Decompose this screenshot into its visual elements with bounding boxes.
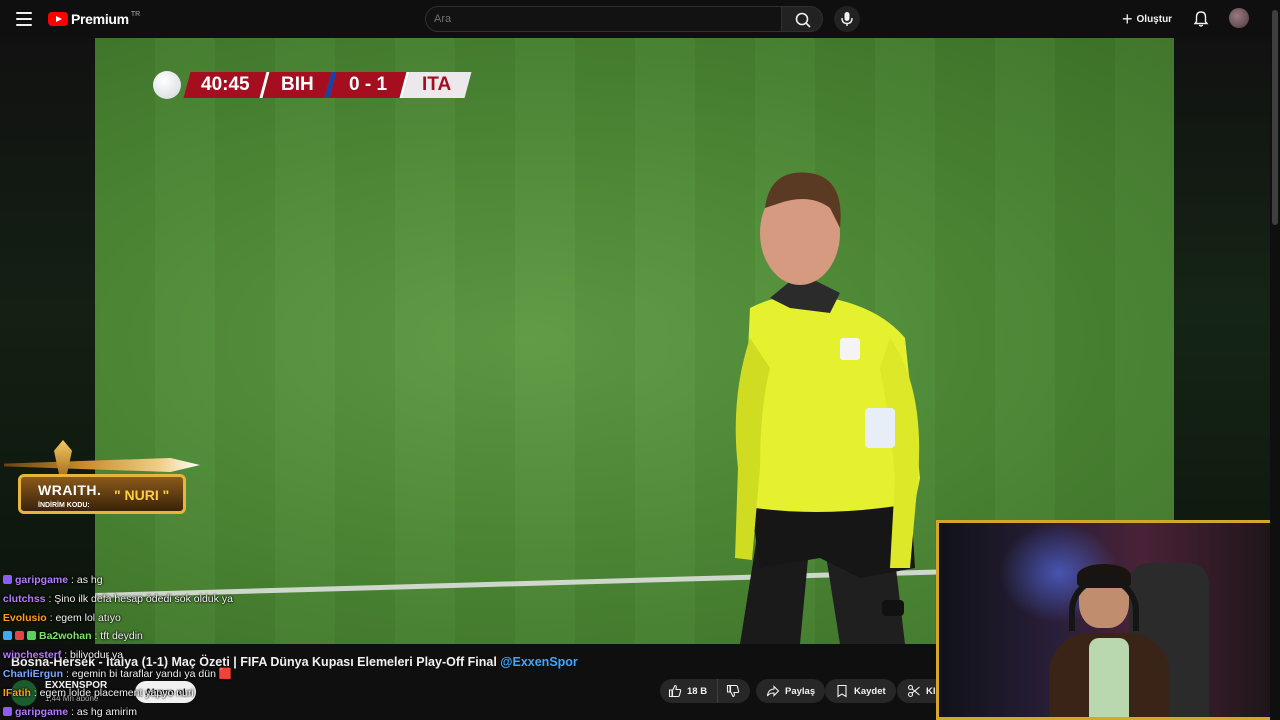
- avatar[interactable]: [1229, 8, 1249, 28]
- bell-icon: [1193, 11, 1209, 27]
- clip-label: Klip: [926, 685, 936, 697]
- like-button[interactable]: 18 B: [660, 679, 719, 703]
- save-label: Kaydet: [854, 685, 886, 697]
- like-count: 18 B: [687, 685, 708, 697]
- scoreboard: 40:45 BIH 0 - 1 ITA: [153, 71, 472, 99]
- match-clock: 40:45: [183, 72, 267, 98]
- save-button[interactable]: Kaydet: [825, 679, 896, 703]
- streamer-webcam: [936, 520, 1280, 720]
- create-button[interactable]: + Oluştur: [1114, 7, 1182, 31]
- search-icon: [795, 12, 811, 28]
- dislike-icon: [727, 684, 740, 698]
- youtube-logo[interactable]: Premium TR: [48, 9, 140, 29]
- discount-code-label: İNDİRİM KODU:: [38, 502, 90, 509]
- share-icon: [766, 685, 780, 697]
- referee-figure: [735, 172, 920, 644]
- logo-region: TR: [130, 10, 141, 18]
- like-icon: [668, 684, 682, 698]
- scrollbar-thumb[interactable]: [1272, 10, 1278, 225]
- score: 0 - 1: [329, 72, 407, 98]
- voice-search-button[interactable]: [834, 6, 860, 32]
- channel-mention[interactable]: @ExxenSpor: [500, 655, 578, 669]
- share-label: Paylaş: [785, 685, 816, 697]
- sponsor-overlay: WRAITH. İNDİRİM KODU: " NURI ": [4, 436, 200, 522]
- mic-icon: [841, 12, 853, 26]
- clip-button[interactable]: Klip: [897, 679, 936, 703]
- home-team: BIH: [262, 72, 332, 98]
- dislike-button[interactable]: [718, 679, 750, 703]
- chat-message: Ba2wohan : tft deydin: [0, 627, 420, 646]
- logo-text: Premium: [71, 11, 129, 27]
- chat-message: winchesterf : biliyodur ya: [2, 649, 124, 662]
- plus-icon: +: [1122, 9, 1133, 29]
- sword-graphic: [4, 458, 200, 472]
- streamer: [1049, 564, 1169, 717]
- save-icon: [837, 684, 847, 698]
- search-box: [425, 6, 782, 32]
- notifications-button[interactable]: [1190, 8, 1212, 30]
- chat-message: garipgame : as hg amirim: [0, 703, 420, 720]
- menu-icon[interactable]: [16, 12, 32, 26]
- ambient-left: [0, 38, 95, 644]
- create-label: Oluştur: [1136, 13, 1173, 25]
- sponsor-brand: WRAITH.: [38, 482, 102, 498]
- chat-message: garipgame : as hg: [0, 571, 420, 590]
- discount-code: " NURI ": [114, 487, 170, 503]
- youtube-logo-icon: [48, 12, 68, 26]
- chat-overlay: garipgame : as hg clutchss : Şino ilk de…: [0, 571, 420, 720]
- chat-message: CharliErgun : egemin bi taraflar yandı y…: [2, 667, 232, 680]
- like-dislike-group: 18 B: [660, 679, 751, 703]
- page-scrollbar[interactable]: [1270, 0, 1280, 720]
- chat-message: clutchss : Şino ilk defa hesap ödedi sok…: [2, 592, 233, 605]
- top-bar: Premium TR + Oluştur: [0, 0, 1280, 38]
- clip-icon: [907, 684, 920, 698]
- chat-message: IFatih : egem lolde placement yapyo nuri: [2, 686, 194, 699]
- search-input[interactable]: [426, 7, 781, 31]
- away-team: ITA: [402, 72, 472, 98]
- sword-hilt: [54, 440, 72, 476]
- world-cup-qualifier-logo: [153, 71, 181, 99]
- share-button[interactable]: Paylaş: [756, 679, 826, 703]
- chat-message: Evolusio : egem lol atıyo: [2, 611, 121, 624]
- search-button[interactable]: [781, 6, 823, 32]
